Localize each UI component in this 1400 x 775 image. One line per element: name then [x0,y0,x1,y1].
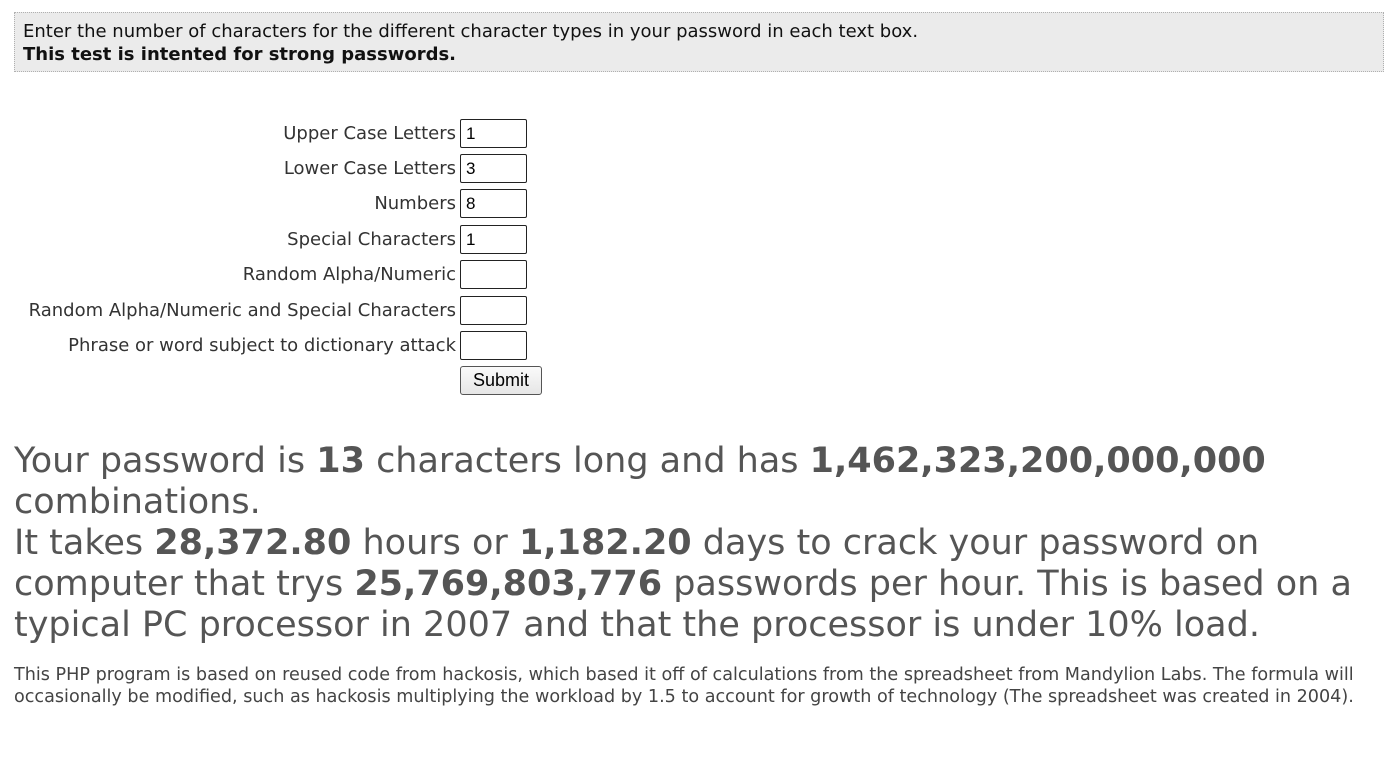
result-text-part: hours or [351,523,519,563]
submit-button[interactable]: Submit [460,366,542,395]
result-text-part: Your password is [14,441,317,481]
numbers-row: Numbers [0,189,560,219]
dictionary-phrase-label: Phrase or word subject to dictionary att… [68,335,456,356]
lower-case-row: Lower Case Letters [0,154,560,184]
upper-case-input[interactable] [460,119,527,148]
password-length: 13 [316,441,365,481]
random-alphanumeric-input[interactable] [460,260,527,289]
random-alphanumeric-special-input[interactable] [460,296,527,325]
instructions-box: Enter the number of characters for the d… [14,12,1384,72]
lower-case-input[interactable] [460,154,527,183]
upper-case-label: Upper Case Letters [283,123,456,144]
crack-days: 1,182.20 [518,523,692,563]
numbers-input[interactable] [460,189,527,218]
result-text-part: combinations. [14,482,261,522]
passwords-per-hour: 25,769,803,776 [354,564,663,604]
upper-case-row: Upper Case Letters [0,119,560,149]
special-characters-input[interactable] [460,225,527,254]
combinations-count: 1,462,323,200,000,000 [809,441,1266,481]
special-characters-row: Special Characters [0,225,560,255]
random-alphanumeric-special-row: Random Alpha/Numeric and Special Charact… [0,296,560,326]
numbers-label: Numbers [374,193,456,214]
special-characters-label: Special Characters [287,229,456,250]
result-text-part: characters long and has [364,441,810,481]
lower-case-label: Lower Case Letters [283,158,456,179]
random-alphanumeric-special-label: Random Alpha/Numeric and Special Charact… [28,300,456,321]
random-alphanumeric-label: Random Alpha/Numeric [242,264,456,285]
instructions-text: Enter the number of characters for the d… [23,21,919,42]
attribution-note: This PHP program is based on reused code… [14,665,1354,707]
instructions-emphasis: This test is intented for strong passwor… [23,44,457,65]
dictionary-phrase-input[interactable] [460,331,527,360]
result-text-part: It takes [14,523,155,563]
crack-hours: 28,372.80 [154,523,352,563]
dictionary-phrase-row: Phrase or word subject to dictionary att… [0,331,560,361]
result-text: Your password is 13 characters long and … [14,441,1384,646]
random-alphanumeric-row: Random Alpha/Numeric [0,260,560,290]
